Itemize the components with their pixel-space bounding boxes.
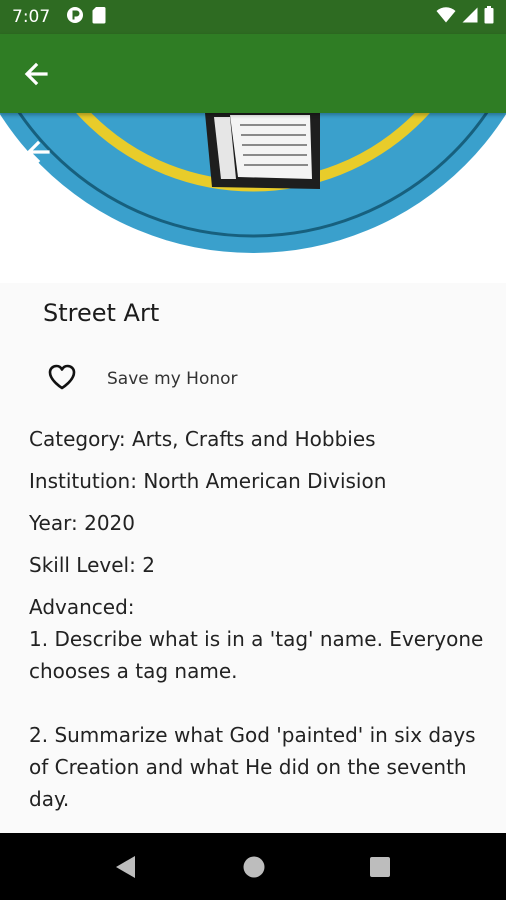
save-honor-row: Save my Honor (46, 363, 238, 395)
nav-recents-button[interactable] (366, 853, 394, 881)
app-bar (0, 34, 506, 113)
battery-icon (484, 6, 494, 28)
wifi-icon (436, 7, 456, 27)
status-time: 7:07 (12, 7, 51, 27)
system-nav-bar (0, 833, 506, 900)
nav-back-icon (112, 856, 140, 885)
honor-institution: Institution: North American Division (29, 469, 387, 493)
nav-back-button[interactable] (112, 853, 140, 881)
sd-card-icon (92, 6, 106, 28)
status-icons-left (66, 6, 106, 28)
honor-requirements: Advanced: 1. Describe what is in a 'tag'… (29, 595, 484, 811)
notification-icon (66, 6, 84, 28)
honor-title: Street Art (43, 299, 160, 327)
honor-skill-level: Skill Level: 2 (29, 553, 155, 577)
arrow-back-icon (24, 140, 52, 170)
honor-category: Category: Arts, Crafts and Hobbies (29, 427, 376, 451)
heart-outline-icon (47, 363, 77, 395)
status-icons-right (436, 6, 494, 28)
badge-art (0, 113, 506, 253)
back-button[interactable] (22, 60, 58, 88)
book-figure (205, 113, 320, 189)
nav-home-button[interactable] (240, 853, 268, 881)
arrow-back-icon (22, 62, 50, 92)
honor-year: Year: 2020 (29, 511, 135, 535)
nav-home-icon (240, 856, 268, 885)
save-honor-label[interactable]: Save my Honor (107, 369, 238, 389)
honor-badge-image (0, 113, 506, 283)
save-honor-button[interactable] (46, 363, 78, 395)
honor-details: Street Art Save my Honor Category: Arts,… (0, 283, 506, 833)
signal-icon (462, 7, 478, 27)
status-bar: 7:07 (0, 0, 506, 34)
nav-recents-icon (366, 857, 394, 885)
hero-back-button[interactable] (24, 138, 58, 166)
